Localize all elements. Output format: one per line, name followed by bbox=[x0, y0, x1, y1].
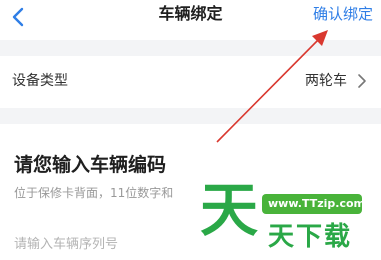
section-divider bbox=[0, 108, 381, 124]
watermark-logo: 天 bbox=[200, 176, 259, 244]
watermark-url: www.TTzip.com bbox=[268, 197, 365, 210]
device-type-row[interactable]: 设备类型 两轮车 bbox=[0, 56, 381, 108]
device-type-label: 设备类型 bbox=[12, 73, 68, 89]
watermark-name: 天下载 bbox=[268, 222, 353, 252]
watermark: 天 www.TTzip.com 天下载 bbox=[196, 176, 381, 260]
serial-hint-text: 位于保修卡背面，11位数字和 bbox=[14, 186, 174, 200]
section-divider bbox=[0, 40, 381, 56]
device-type-value: 两轮车 bbox=[305, 73, 347, 89]
chevron-right-icon bbox=[358, 74, 366, 88]
nav-bar: 车辆绑定 确认绑定 bbox=[0, 0, 381, 40]
serial-prompt-title: 请您输入车辆编码 bbox=[14, 154, 167, 176]
confirm-bind-button[interactable]: 确认绑定 bbox=[313, 3, 373, 25]
